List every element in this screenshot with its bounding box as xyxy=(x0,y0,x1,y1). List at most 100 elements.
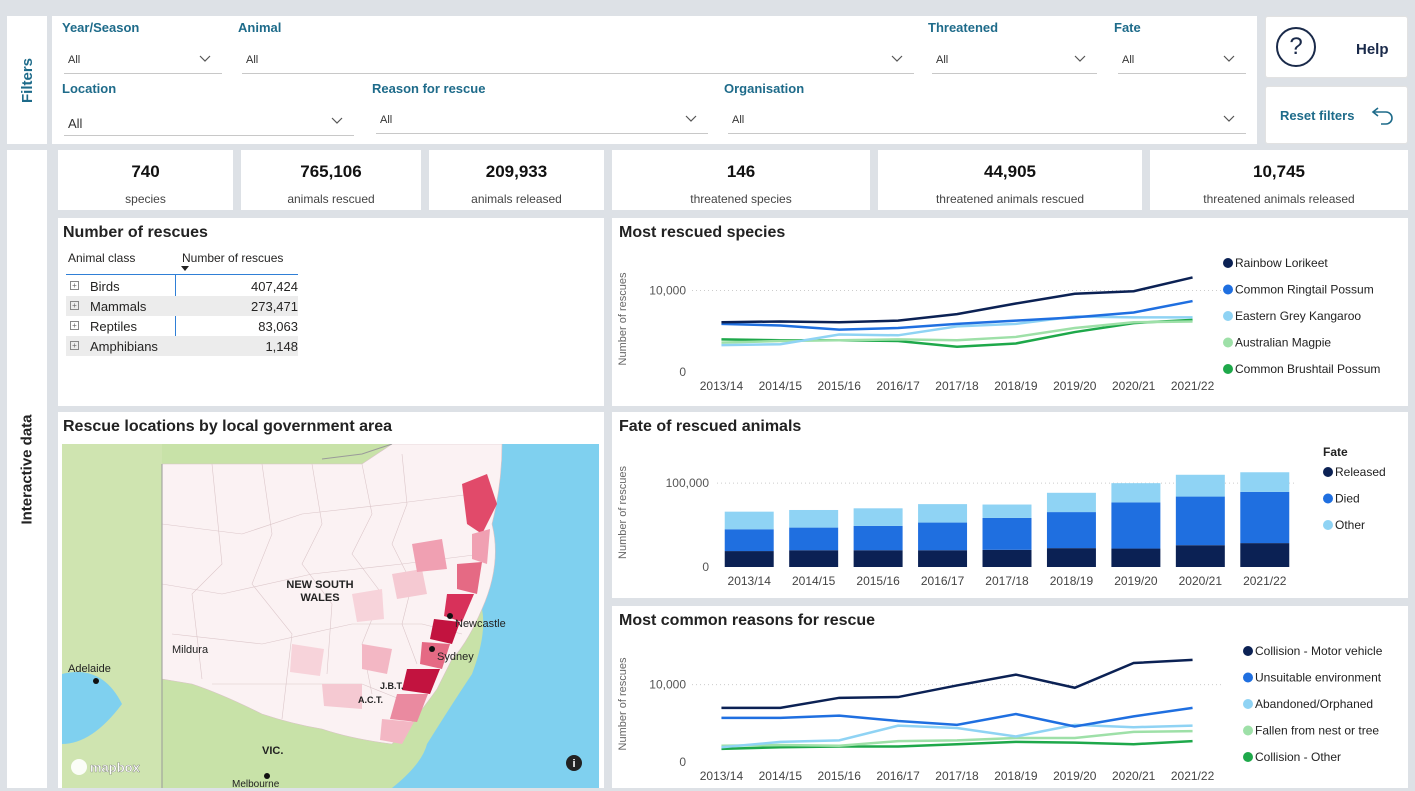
legend-title: Fate xyxy=(1323,445,1348,459)
fate-dropdown[interactable]: All xyxy=(1118,48,1246,74)
row-name: Birds xyxy=(90,279,120,294)
legend-marker xyxy=(1223,364,1233,374)
bar-segment xyxy=(789,550,839,567)
x-tick-label: 2015/16 xyxy=(818,379,862,393)
rescues-matrix-panel: Number of rescues Animal class Number of… xyxy=(58,218,604,406)
bar-segment xyxy=(1111,502,1161,549)
legend-label: Died xyxy=(1335,492,1360,506)
x-tick-label: 2019/20 xyxy=(1114,574,1158,588)
organisation-dropdown[interactable]: All xyxy=(728,108,1246,134)
row-name: Reptiles xyxy=(90,319,137,334)
legend-marker xyxy=(1323,493,1333,504)
bar-segment xyxy=(918,550,968,567)
x-tick-label: 2015/16 xyxy=(856,574,900,588)
location-dropdown[interactable]: All xyxy=(64,110,354,136)
legend-marker xyxy=(1223,311,1233,321)
y-axis-label: Number of rescues xyxy=(617,272,629,365)
map-label-act: A.C.T. xyxy=(358,695,383,705)
kpi-animals-released: 209,933 animals released xyxy=(429,150,604,210)
expand-icon[interactable]: + xyxy=(70,281,79,290)
matrix-col-number[interactable]: Number of rescues xyxy=(182,251,283,265)
legend-label: Collision - Other xyxy=(1255,750,1341,764)
threatened-dropdown[interactable]: All xyxy=(932,48,1097,74)
animal-value: All xyxy=(246,54,259,66)
kpi-label: threatened species xyxy=(690,192,792,206)
most-rescued-species-chart[interactable]: Number of rescues 10,000 0 2013/14 2014/15 20… xyxy=(612,244,1408,406)
bar-segment xyxy=(724,529,774,552)
bar-segment xyxy=(853,550,903,567)
x-tick-label: 2013/14 xyxy=(700,769,744,783)
reset-filters-button[interactable]: Reset filters xyxy=(1265,86,1408,144)
year-season-label: Year/Season xyxy=(62,20,140,35)
kpi-value: 44,905 xyxy=(984,162,1036,181)
map-label-jbt: J.B.T. xyxy=(380,681,404,691)
fate-value: All xyxy=(1122,54,1135,66)
expand-icon[interactable]: + xyxy=(70,321,79,330)
matrix-col-animal-class[interactable]: Animal class xyxy=(68,251,135,265)
fate-chart[interactable]: Number of rescues 100,000 0 2013/14 2014/15 2… xyxy=(612,438,1408,598)
legend-marker xyxy=(1223,284,1233,295)
chart-title: Fate of rescued animals xyxy=(619,418,802,435)
rescue-map[interactable]: NEW SOUTH WALES Newcastle Sydney Mildura… xyxy=(62,444,599,788)
most-rescued-species-panel: Most rescued species Number of rescues 10… xyxy=(612,218,1408,406)
filters-label-text: Filters xyxy=(18,57,36,103)
x-tick-label: 2020/21 xyxy=(1112,379,1156,393)
y-tick-label: 10,000 xyxy=(649,678,686,692)
x-tick-label: 2019/20 xyxy=(1053,379,1097,393)
y-tick-label: 100,000 xyxy=(666,476,710,490)
bar-segment xyxy=(724,551,774,567)
matrix-row[interactable]: + Amphibians 1,148 xyxy=(66,336,298,356)
kpi-animals-rescued: 765,106 animals rescued xyxy=(241,150,421,210)
year-season-dropdown[interactable]: All xyxy=(64,48,222,74)
bar-segment xyxy=(1240,491,1290,544)
kpi-label: threatened animals rescued xyxy=(935,192,1085,206)
row-value: 83,063 xyxy=(258,319,298,334)
map-label-newcastle: Newcastle xyxy=(455,618,506,630)
animal-dropdown[interactable]: All xyxy=(242,48,914,74)
matrix-row[interactable]: + Birds 407,424 xyxy=(66,276,298,296)
bar-segment xyxy=(1111,548,1161,567)
y-tick-label: 10,000 xyxy=(649,283,686,297)
x-tick-label: 2017/18 xyxy=(935,769,979,783)
chevron-down-icon xyxy=(199,55,211,62)
reasons-chart[interactable]: Number of rescues 10,000 0 2013/14 2014/15 20… xyxy=(612,632,1408,788)
matrix-title: Number of rescues xyxy=(63,224,208,241)
x-tick-label: 2013/14 xyxy=(728,574,772,588)
city-marker xyxy=(429,646,435,652)
bar-segment xyxy=(1111,483,1161,503)
chevron-down-icon xyxy=(891,55,903,62)
legend-marker xyxy=(1223,337,1233,348)
matrix-row[interactable]: + Reptiles 83,063 xyxy=(66,316,298,336)
reason-label: Reason for rescue xyxy=(372,81,486,96)
city-marker xyxy=(93,678,99,684)
bar-segment xyxy=(724,511,774,530)
bar-segment xyxy=(853,508,903,526)
x-tick-label: 2014/15 xyxy=(792,574,836,588)
bar-segment xyxy=(853,525,903,551)
reason-dropdown[interactable]: All xyxy=(376,108,708,134)
fate-label: Fate xyxy=(1114,20,1141,35)
bar-segment xyxy=(1046,548,1096,567)
row-value: 273,471 xyxy=(251,299,298,314)
row-value: 407,424 xyxy=(251,279,298,294)
kpi-label: threatened animals released xyxy=(1203,192,1355,206)
chevron-down-icon xyxy=(1074,55,1086,62)
x-tick-label: 2018/19 xyxy=(1050,574,1094,588)
bar-segment xyxy=(982,504,1032,518)
bar-segment xyxy=(1240,543,1290,567)
help-button[interactable]: ? Help xyxy=(1265,16,1408,78)
mapbox-logo-text: mapbox xyxy=(90,760,141,775)
legend-label: Released xyxy=(1335,465,1386,479)
expand-icon[interactable]: + xyxy=(70,341,79,350)
series-line xyxy=(721,658,1193,710)
bar-segment xyxy=(789,509,839,528)
undo-icon xyxy=(1371,107,1393,125)
map-title: Rescue locations by local government are… xyxy=(63,418,393,435)
legend-marker xyxy=(1223,258,1233,268)
matrix-row[interactable]: + Mammals 273,471 xyxy=(66,296,298,316)
bar-segment xyxy=(789,527,839,551)
row-name: Amphibians xyxy=(90,339,158,354)
location-label: Location xyxy=(62,81,117,96)
filter-panel: Year/Season All Animal All Threatened Al… xyxy=(52,16,1257,144)
expand-icon[interactable]: + xyxy=(70,301,79,310)
